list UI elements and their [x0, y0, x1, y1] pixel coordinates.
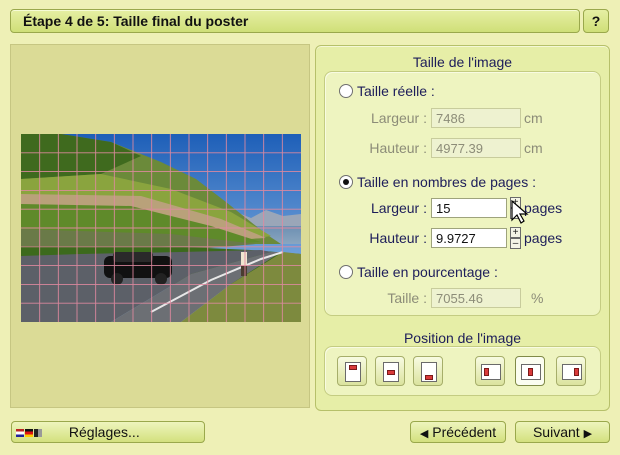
real-height-label: Hauteur : [369, 140, 427, 156]
settings-label: Réglages... [68, 424, 140, 440]
position-bottom-button[interactable] [413, 356, 443, 386]
settings-panel: Taille de l'image Taille réelle : Largeu… [315, 45, 610, 411]
real-width-label: Largeur : [370, 110, 427, 126]
settings-button[interactable]: Réglages... [11, 421, 205, 443]
image-size-group: Taille réelle : Largeur : 7486 cm Hauteu… [324, 71, 601, 316]
page-width-unit: pages [524, 200, 563, 216]
page-width-label: Largeur : [370, 200, 427, 216]
arrow-right-icon: ▶ [583, 428, 593, 440]
position-left-button[interactable] [475, 356, 505, 386]
image-position-title: Position de l'image [403, 330, 522, 346]
page-height-label: Hauteur : [369, 230, 427, 246]
mouse-cursor-icon [511, 200, 529, 224]
title-bar: Étape 4 de 5: Taille final du poster [10, 9, 580, 33]
image-size-title: Taille de l'image [412, 54, 513, 70]
help-button[interactable]: ? [583, 9, 609, 33]
position-middle-button[interactable] [375, 356, 405, 386]
page-title: Étape 4 de 5: Taille final du poster [23, 13, 249, 29]
image-position-group [324, 346, 601, 396]
arrow-left-icon: ◀ [419, 428, 429, 440]
page-size-label: Taille en nombres de pages : [357, 174, 536, 190]
percent-size-label: Taille en pourcentage : [357, 264, 498, 280]
poster-preview-image [21, 134, 301, 322]
real-size-label: Taille réelle : [357, 83, 435, 99]
real-size-radio[interactable] [339, 84, 353, 98]
percent-size-radio[interactable] [339, 265, 353, 279]
real-size-option[interactable]: Taille réelle : [339, 83, 435, 99]
position-center-button[interactable] [515, 356, 545, 386]
real-width-field[interactable]: 7486 [431, 108, 521, 128]
page-width-field[interactable]: 15 [431, 198, 507, 218]
page-height-increment[interactable]: + [510, 227, 521, 238]
page-height-field[interactable]: 9.9727 [431, 228, 507, 248]
page-size-option[interactable]: Taille en nombres de pages : [339, 174, 536, 190]
position-top-button[interactable] [337, 356, 367, 386]
page-height-decrement[interactable]: – [510, 238, 521, 249]
percent-size-option[interactable]: Taille en pourcentage : [339, 264, 498, 280]
previous-label: Précédent [432, 424, 497, 440]
next-button[interactable]: Suivant ▶ [515, 421, 610, 443]
page-size-radio[interactable] [339, 175, 353, 189]
page-height-unit: pages [524, 230, 563, 246]
real-width-unit: cm [524, 110, 543, 126]
real-height-field[interactable]: 4977.39 [431, 138, 521, 158]
next-label: Suivant [532, 424, 580, 440]
percent-label: Taille : [387, 290, 427, 306]
image-preview-area [10, 44, 310, 408]
language-flags-icon [16, 424, 47, 440]
percent-field[interactable]: 7055.46 [431, 288, 521, 308]
previous-button[interactable]: ◀ Précédent [410, 421, 506, 443]
position-right-button[interactable] [556, 356, 586, 386]
real-height-unit: cm [524, 140, 543, 156]
percent-unit: % [531, 290, 544, 306]
